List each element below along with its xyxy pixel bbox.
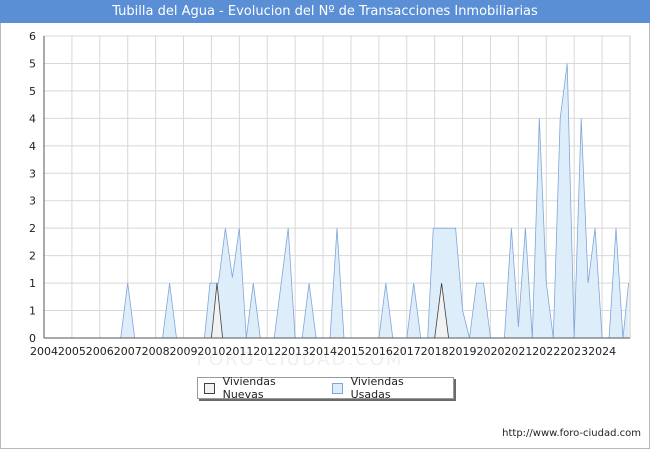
x-tick-label: 2007	[114, 345, 142, 358]
y-tick-label: 5	[29, 57, 36, 70]
x-tick-label: 2010	[197, 345, 225, 358]
y-tick-label: 0	[29, 332, 36, 345]
legend: Viviendas Nuevas Viviendas Usadas	[197, 375, 454, 401]
x-tick-label: 2023	[560, 345, 588, 358]
x-tick-label: 2018	[421, 345, 449, 358]
legend-swatch-usadas	[331, 382, 343, 394]
x-tick-label: 2013	[281, 345, 309, 358]
source-link[interactable]: http://www.foro-ciudad.com	[502, 428, 641, 439]
x-tick-label: 2014	[309, 345, 337, 358]
x-tick-label: 2020	[476, 345, 504, 358]
x-tick-label: 2015	[337, 345, 365, 358]
x-tick-label: 2006	[86, 345, 114, 358]
x-tick-label: 2019	[449, 345, 477, 358]
y-tick-label: 4	[29, 140, 36, 153]
y-tick-label: 4	[29, 112, 36, 125]
y-tick-label: 2	[29, 250, 36, 263]
legend-label-nuevas: Viviendas Nuevas	[222, 375, 276, 401]
x-tick-label: 2012	[253, 345, 281, 358]
y-tick-label: 1	[29, 305, 36, 318]
x-tick-label: 2005	[58, 345, 86, 358]
y-tick-label: 2	[29, 222, 36, 235]
legend-swatch-nuevas	[204, 382, 215, 394]
y-tick-label: 1	[29, 277, 36, 290]
y-tick-label: 3	[29, 167, 36, 180]
y-tick-labels: 0 1 1 2 2 3 3 4 4 5 5 6	[29, 30, 36, 345]
x-tick-label: 2011	[225, 345, 253, 358]
y-tick-label: 5	[29, 85, 36, 98]
x-tick-label: 2008	[142, 345, 170, 358]
legend-label-usadas: Viviendas Usadas	[350, 375, 404, 401]
x-tick-label: 2022	[532, 345, 560, 358]
x-tick-label: 2004	[30, 345, 58, 358]
legend-item-usadas: Viviendas Usadas	[331, 375, 443, 401]
x-tick-labels: 2004 2005 2006 2007 2008 2009 2010 2011 2012 2013…	[30, 345, 616, 358]
y-tick-label: 3	[29, 195, 36, 208]
x-tick-label: 2009	[170, 345, 198, 358]
x-tick-label: 2024	[588, 345, 616, 358]
x-tick-label: 2017	[393, 345, 421, 358]
legend-item-nuevas: Viviendas Nuevas	[204, 375, 316, 401]
x-tick-label: 2021	[504, 345, 532, 358]
y-tick-label: 6	[29, 30, 36, 43]
x-tick-label: 2016	[365, 345, 393, 358]
